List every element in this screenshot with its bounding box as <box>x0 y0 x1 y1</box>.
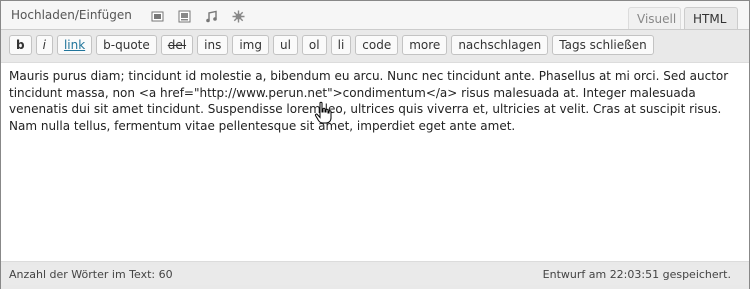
media-icon[interactable] <box>232 8 245 23</box>
bold-button[interactable]: b <box>9 35 32 55</box>
del-button[interactable]: del <box>160 35 194 55</box>
ul-button[interactable]: ul <box>272 35 298 55</box>
lookup-button[interactable]: nachschlagen <box>451 35 549 55</box>
li-button[interactable]: li <box>330 35 352 55</box>
word-count: Anzahl der Wörter im Text: 60 <box>9 268 173 281</box>
status-bar: Anzahl der Wörter im Text: 60 Entwurf am… <box>1 265 749 285</box>
audio-icon[interactable] <box>205 8 218 23</box>
link-button[interactable]: link <box>56 35 93 55</box>
video-icon[interactable] <box>178 8 191 23</box>
tab-html[interactable]: HTML <box>684 7 738 29</box>
upload-insert-label: Hochladen/Einfügen <box>11 8 132 22</box>
tab-visual[interactable]: Visuell <box>628 7 681 29</box>
hand-cursor-icon <box>314 101 334 125</box>
ins-button[interactable]: ins <box>197 35 229 55</box>
blockquote-button[interactable]: b-quote <box>96 35 157 55</box>
close-tags-button[interactable]: Tags schließen <box>552 35 654 55</box>
italic-button[interactable]: i <box>35 35 53 55</box>
more-button[interactable]: more <box>402 35 448 55</box>
ol-button[interactable]: ol <box>301 35 327 55</box>
quicktags-toolbar: b i link b-quote del ins img ul ol li co… <box>9 35 654 57</box>
image-icon[interactable] <box>151 8 164 22</box>
media-icons <box>151 8 245 23</box>
autosave-status: Entwurf am 22:03:51 gespeichert. <box>542 268 731 281</box>
img-button[interactable]: img <box>232 35 269 55</box>
editor-panel: b i link b-quote del ins img ul ol li co… <box>1 29 749 289</box>
editor-window: Hochladen/Einfügen Visuell HTML b i link… <box>0 0 750 289</box>
editor-topbar: Hochladen/Einfügen Visuell HTML <box>1 1 749 31</box>
code-button[interactable]: code <box>355 35 399 55</box>
content-textarea[interactable]: Mauris purus diam; tincidunt id molestie… <box>1 62 749 262</box>
